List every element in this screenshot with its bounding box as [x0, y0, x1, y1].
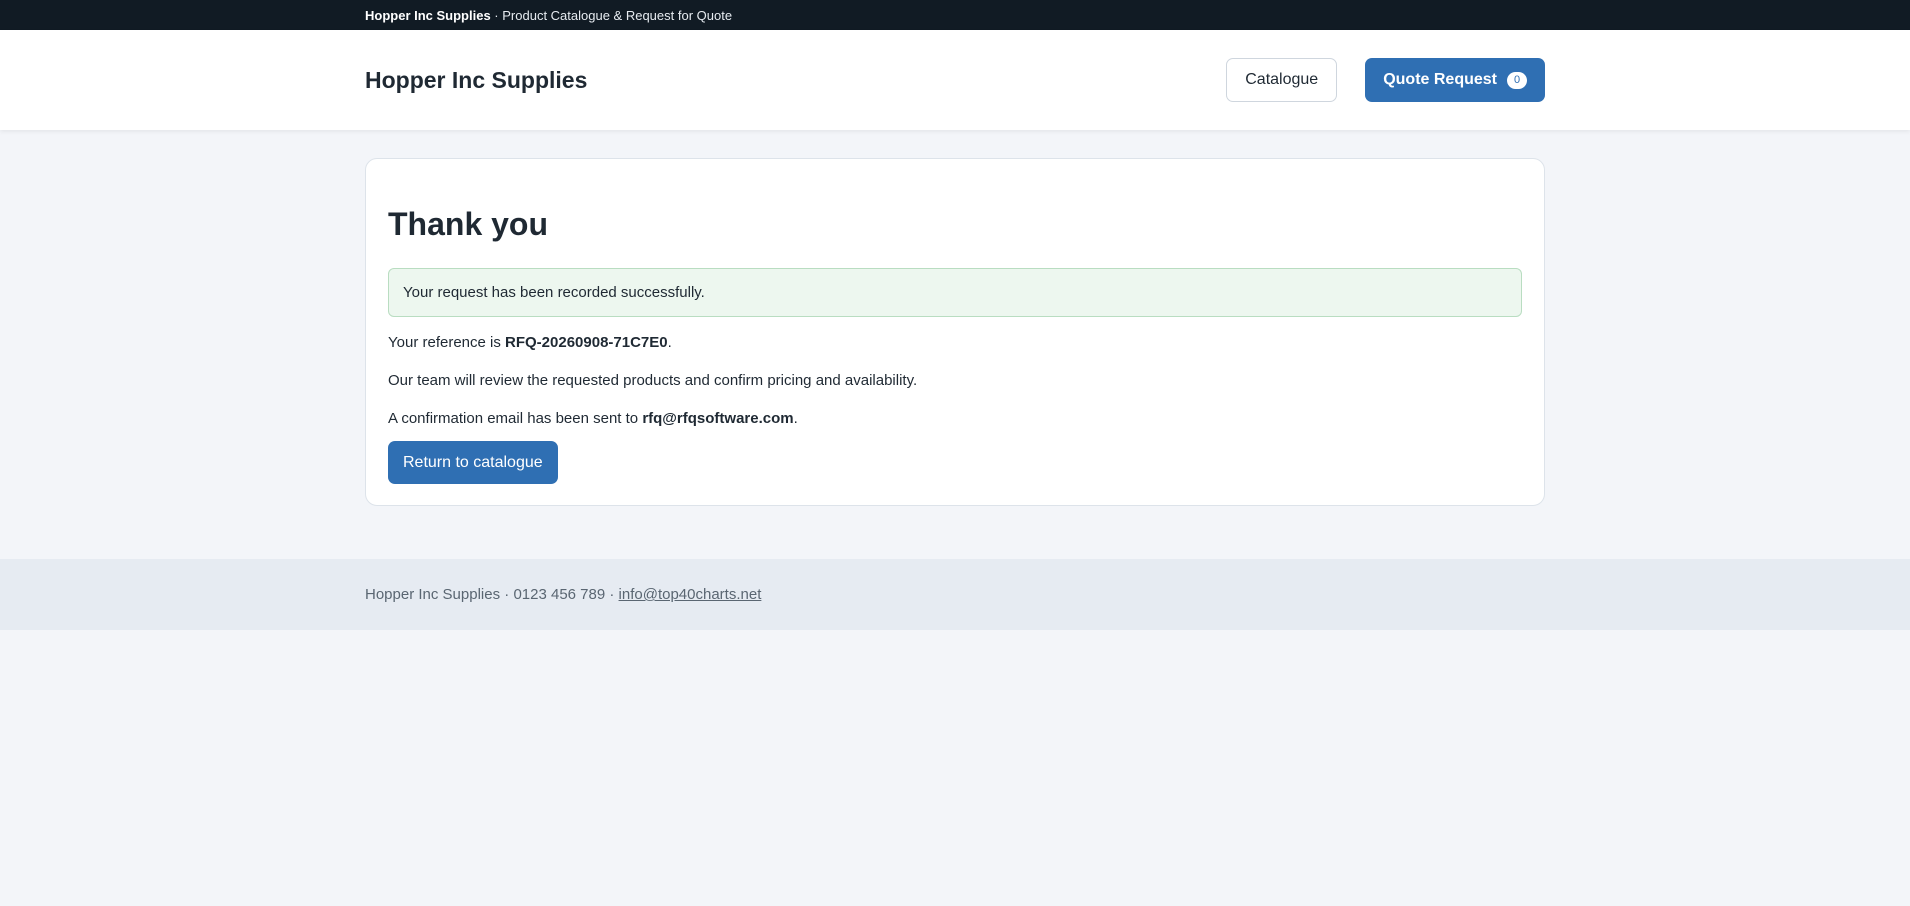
top-bar-content: Hopper Inc Supplies · Product Catalogue … — [365, 8, 1545, 23]
main-content: Thank you Your request has been recorded… — [0, 130, 1910, 559]
reference-line: Your reference is RFQ-20260908-71C7E0. — [388, 333, 1522, 353]
site-footer: Hopper Inc Supplies · 0123 456 789 · inf… — [0, 559, 1910, 630]
footer-email-link[interactable]: info@top40charts.net — [619, 586, 762, 603]
confirmation-email: rfq@rfqsoftware.com — [642, 410, 794, 427]
main-wrap: Thank you Your request has been recorded… — [365, 158, 1545, 506]
header-content: Hopper Inc Supplies Catalogue Quote Requ… — [365, 58, 1545, 102]
footer-separator: · — [500, 586, 514, 603]
top-bar-tagline: Product Catalogue & Request for Quote — [502, 7, 733, 23]
footer-separator: · — [605, 586, 619, 603]
success-alert: Your request has been recorded successfu… — [388, 268, 1522, 317]
reference-suffix: . — [667, 334, 672, 351]
footer-company: Hopper Inc Supplies — [365, 586, 501, 603]
email-prefix: A confirmation email has been sent to — [388, 410, 643, 427]
review-message: Our team will review the requested produ… — [388, 372, 918, 389]
footer-content: Hopper Inc Supplies · 0123 456 789 · inf… — [365, 586, 1545, 603]
email-line: A confirmation email has been sent to rf… — [388, 409, 1522, 429]
quote-request-label: Quote Request — [1383, 71, 1497, 88]
page-title: Thank you — [388, 206, 549, 242]
quote-request-button[interactable]: Quote Request 0 — [1365, 58, 1545, 102]
top-bar-separator: · — [490, 7, 503, 23]
reference-number: RFQ-20260908-71C7E0 — [505, 334, 668, 351]
main-nav: Catalogue Quote Request 0 — [1226, 58, 1545, 102]
return-to-catalogue-button[interactable]: Return to catalogue — [388, 441, 558, 484]
email-suffix: . — [793, 410, 798, 427]
quote-count-badge: 0 — [1507, 71, 1527, 89]
site-header: Hopper Inc Supplies Catalogue Quote Requ… — [0, 30, 1910, 130]
footer-phone: 0123 456 789 — [513, 586, 606, 603]
top-bar: Hopper Inc Supplies · Product Catalogue … — [0, 0, 1910, 30]
brand-name: Hopper Inc Supplies — [365, 66, 588, 93]
catalogue-button[interactable]: Catalogue — [1226, 58, 1338, 102]
confirmation-card: Thank you Your request has been recorded… — [365, 158, 1545, 506]
reference-prefix: Your reference is — [388, 334, 506, 351]
top-bar-brand: Hopper Inc Supplies — [365, 7, 491, 23]
